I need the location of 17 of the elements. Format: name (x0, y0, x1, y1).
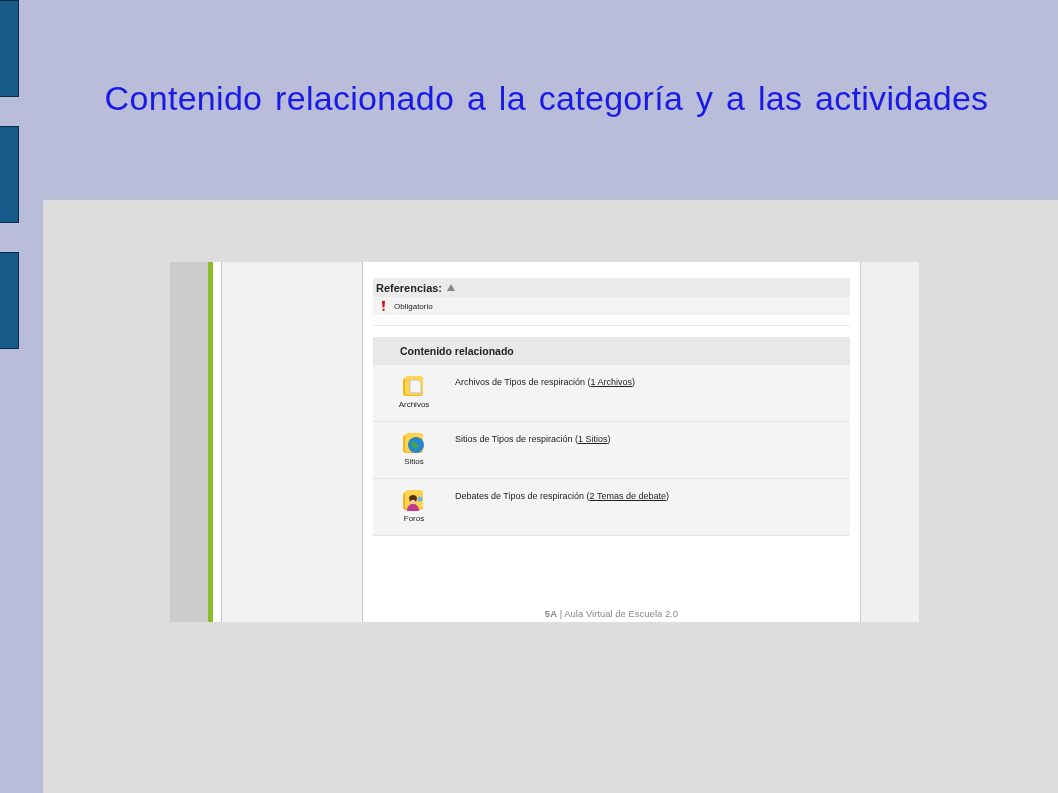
references-title: Referencias: (376, 281, 443, 294)
icon-label: Foros (403, 514, 425, 523)
folder-document-icon (402, 374, 426, 398)
icon-label: Archivos (398, 400, 430, 409)
icon-label: Sitios (404, 457, 424, 466)
folder-people-icon (402, 488, 426, 512)
related-text: Debates de Tipos de respiración (2 Temas de debate) (455, 490, 669, 503)
toggle-triangle-icon[interactable] (447, 284, 456, 291)
count-link[interactable]: 1 Sitios (578, 434, 608, 444)
related-title: Contenido relacionado (400, 345, 514, 357)
reference-label: Obligatorio (394, 301, 433, 311)
footer-text: 5A | Aula Virtual de Escuela 2.0 (543, 608, 680, 621)
related-text: Sitios de Tipos de respiración (1 Sitios) (455, 433, 611, 446)
exclamation-icon (382, 301, 385, 311)
slide-title: Contenido relacionado a la categoría y a las actividades (104, 78, 989, 119)
related-text: Archivos de Tipos de respiración (1 Archivos) (455, 376, 636, 389)
folder-globe-icon (402, 431, 426, 455)
